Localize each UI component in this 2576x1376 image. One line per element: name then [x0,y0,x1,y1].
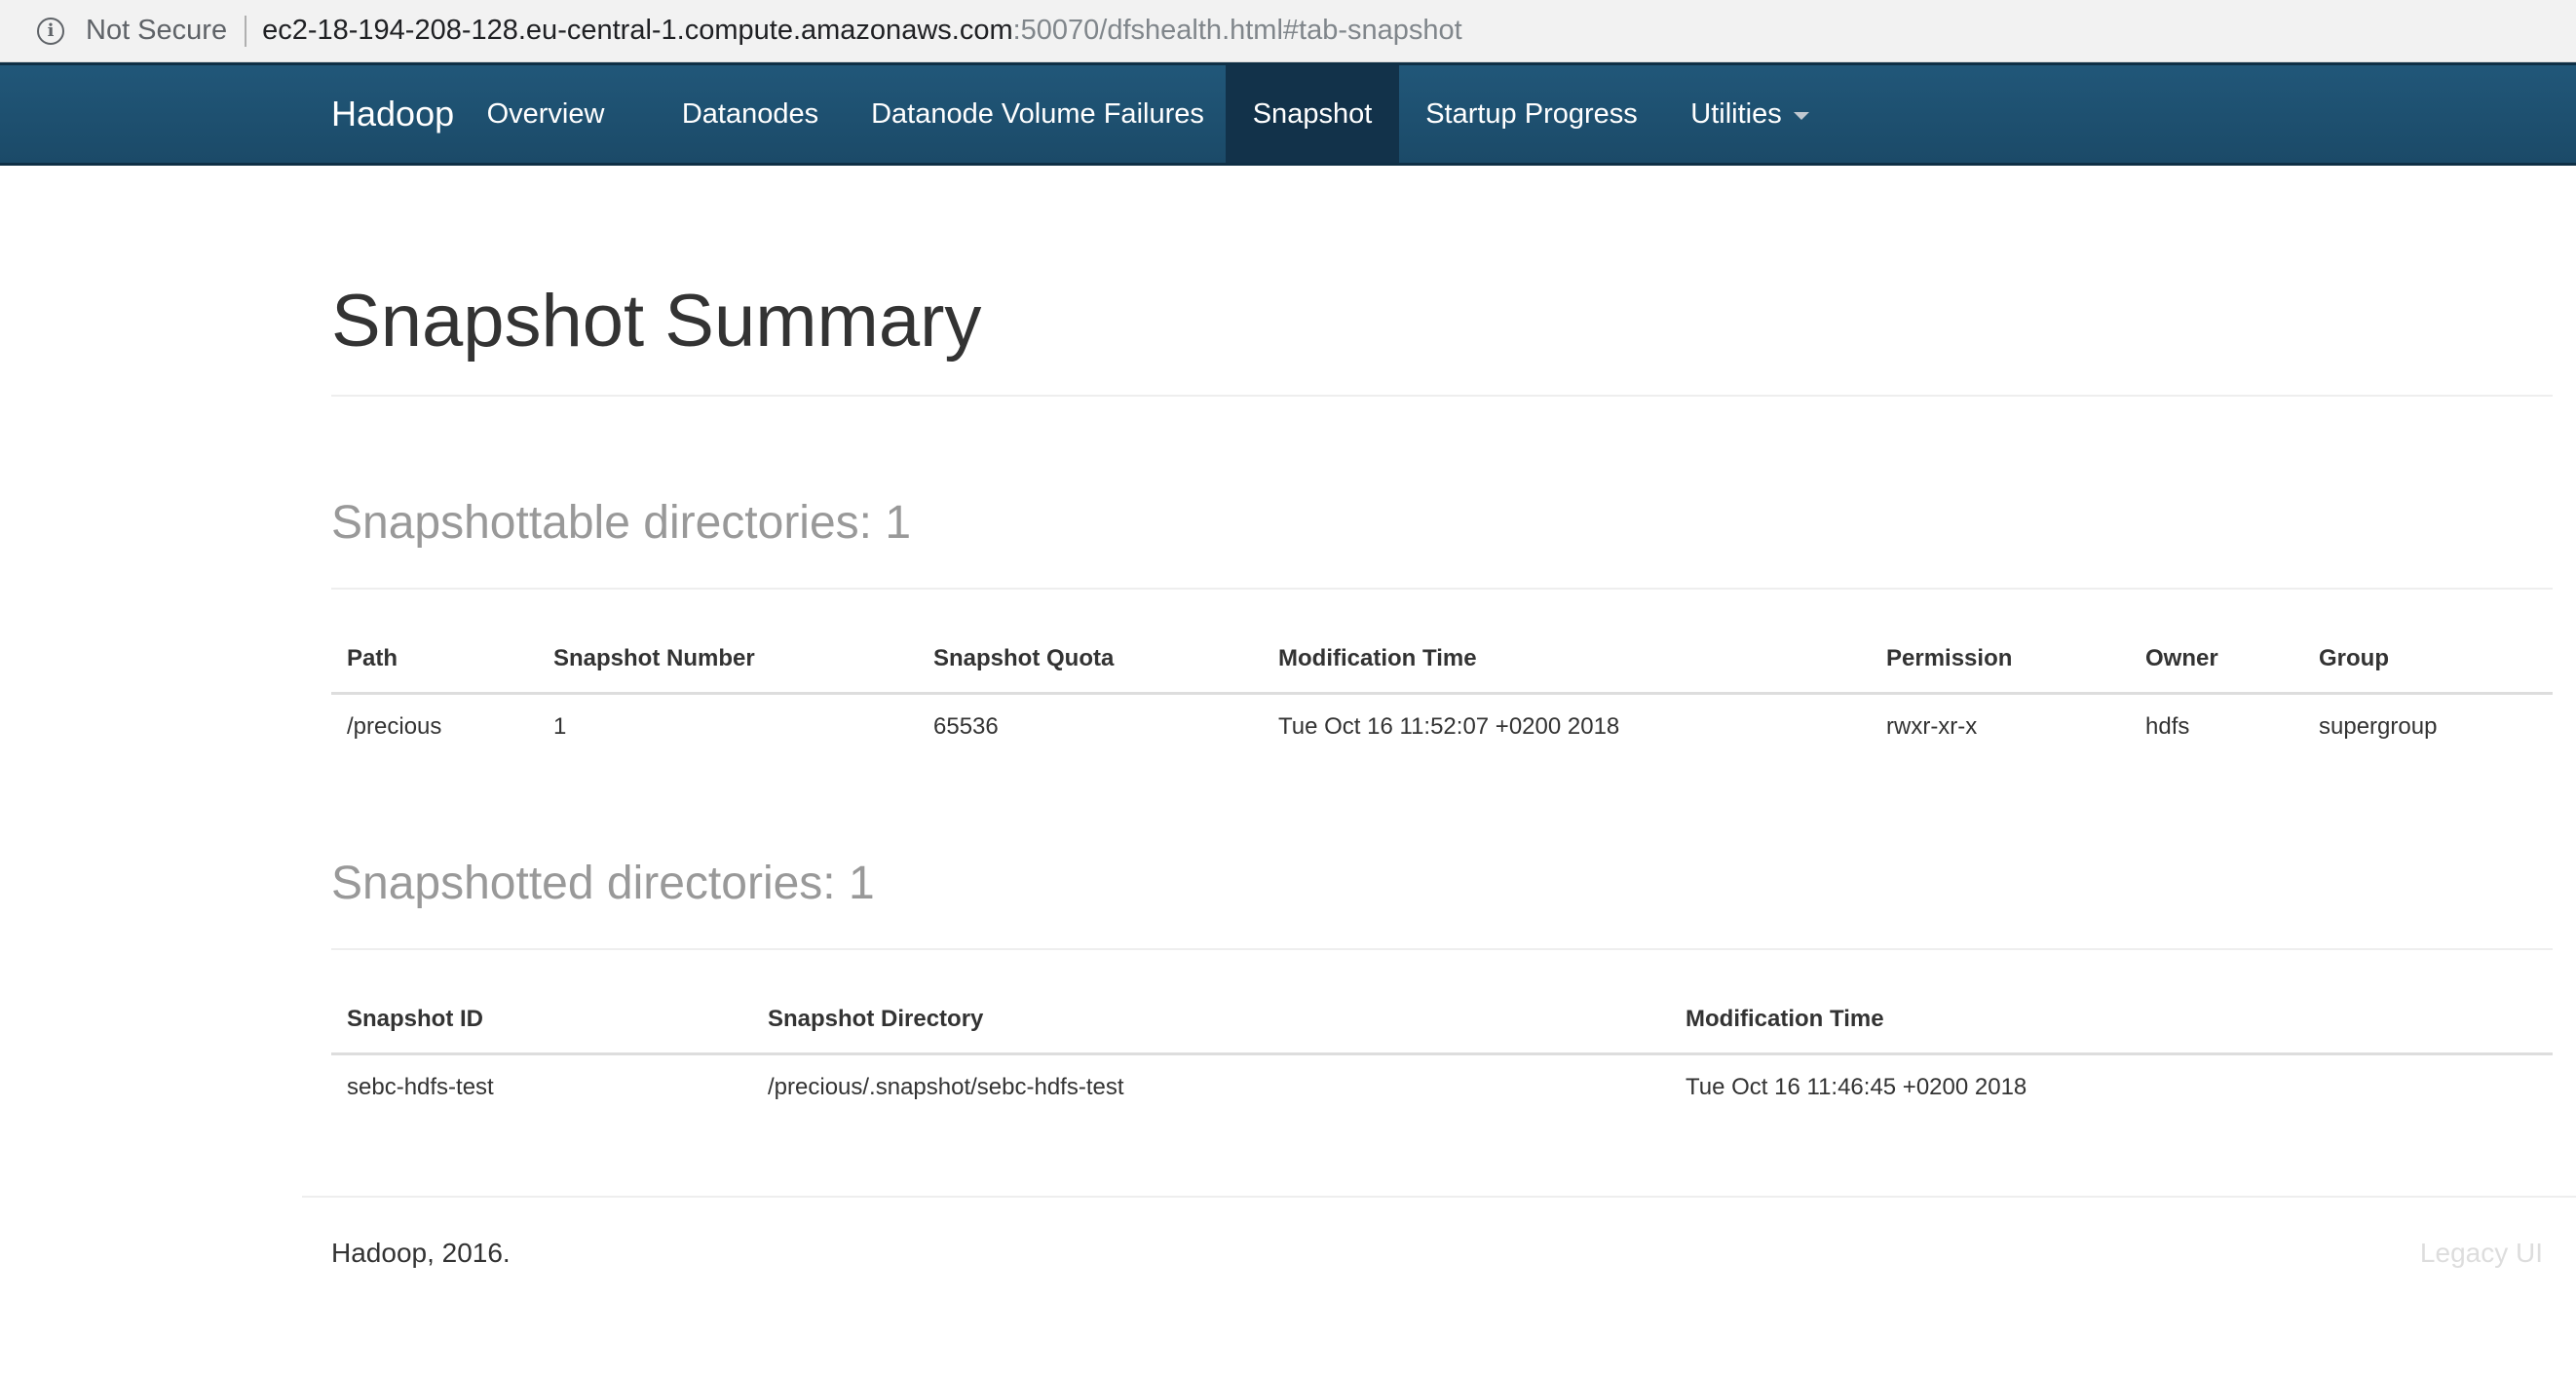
info-icon[interactable]: i [37,17,64,45]
footer-divider [302,1196,2576,1198]
snapshottable-title: Snapshottable directories: 1 [331,497,912,549]
cell-snapshot-id: sebc-hdfs-test [347,1073,494,1100]
cell-owner: hdfs [2145,712,2190,740]
column-header: Snapshot Quota [918,627,1263,695]
footer-copyright: Hadoop, 2016. [331,1238,511,1268]
column-header: Path [331,627,538,695]
nav-utilities-dropdown[interactable]: Utilities [1674,65,1826,163]
page-title: Snapshot Summary [331,280,982,363]
url-path[interactable]: :50070/dfshealth.html#tab-snapshot [1013,15,1462,47]
security-status[interactable]: Not Secure [86,15,227,47]
table-header-row: Path Snapshot Number Snapshot Quota Modi… [331,627,2553,695]
title-divider [331,395,2553,397]
brand-link[interactable]: Hadoop [331,65,454,163]
cell-snapshot-quota: 65536 [933,712,999,740]
column-header: Snapshot Directory [752,987,1670,1055]
snapshottable-divider [331,588,2553,590]
column-header: Snapshot ID [331,987,752,1055]
column-header: Snapshot Number [538,627,918,695]
nav-datanode-volume-failures[interactable]: Datanode Volume Failures [857,65,1218,163]
nav-utilities-label: Utilities [1690,97,1782,130]
address-divider [245,15,247,47]
caret-down-icon [1793,112,1809,120]
snapshottable-table: Path Snapshot Number Snapshot Quota Modi… [331,627,2553,759]
nav-overview[interactable]: Overview [487,65,605,163]
table-row: sebc-hdfs-test /precious/.snapshot/sebc-… [331,1053,2553,1120]
cell-modification-time: Tue Oct 16 11:52:07 +0200 2018 [1278,712,1620,740]
cell-permission: rwxr-xr-x [1886,712,1978,740]
nav-datanodes[interactable]: Datanodes [663,65,838,163]
cell-modification-time: Tue Oct 16 11:46:45 +0200 2018 [1686,1073,2027,1100]
top-navbar: Hadoop Overview Datanodes Datanode Volum… [0,62,2576,166]
url-host[interactable]: ec2-18-194-208-128.eu-central-1.compute.… [262,15,1013,47]
cell-snapshot-number: 1 [553,712,567,740]
nav-snapshot[interactable]: Snapshot [1226,65,1399,163]
column-header: Modification Time [1670,987,2553,1055]
snapshotted-divider [331,948,2553,950]
cell-snapshot-directory: /precious/.snapshot/sebc-hdfs-test [768,1073,1124,1100]
legacy-ui-link[interactable]: Legacy UI [2420,1238,2543,1269]
snapshotted-title: Snapshotted directories: 1 [331,858,875,909]
nav-startup-progress[interactable]: Startup Progress [1411,65,1652,163]
snapshotted-table: Snapshot ID Snapshot Directory Modificat… [331,987,2553,1120]
table-header-row: Snapshot ID Snapshot Directory Modificat… [331,987,2553,1055]
column-header: Permission [1871,627,2130,695]
column-header: Group [2303,627,2553,695]
cell-group: supergroup [2319,712,2438,740]
cell-path: /precious [347,712,442,740]
column-header: Modification Time [1263,627,1871,695]
table-row: /precious 1 65536 Tue Oct 16 11:52:07 +0… [331,693,2553,759]
column-header: Owner [2130,627,2303,695]
browser-address-bar[interactable]: i Not Secure ec2-18-194-208-128.eu-centr… [0,0,2576,62]
